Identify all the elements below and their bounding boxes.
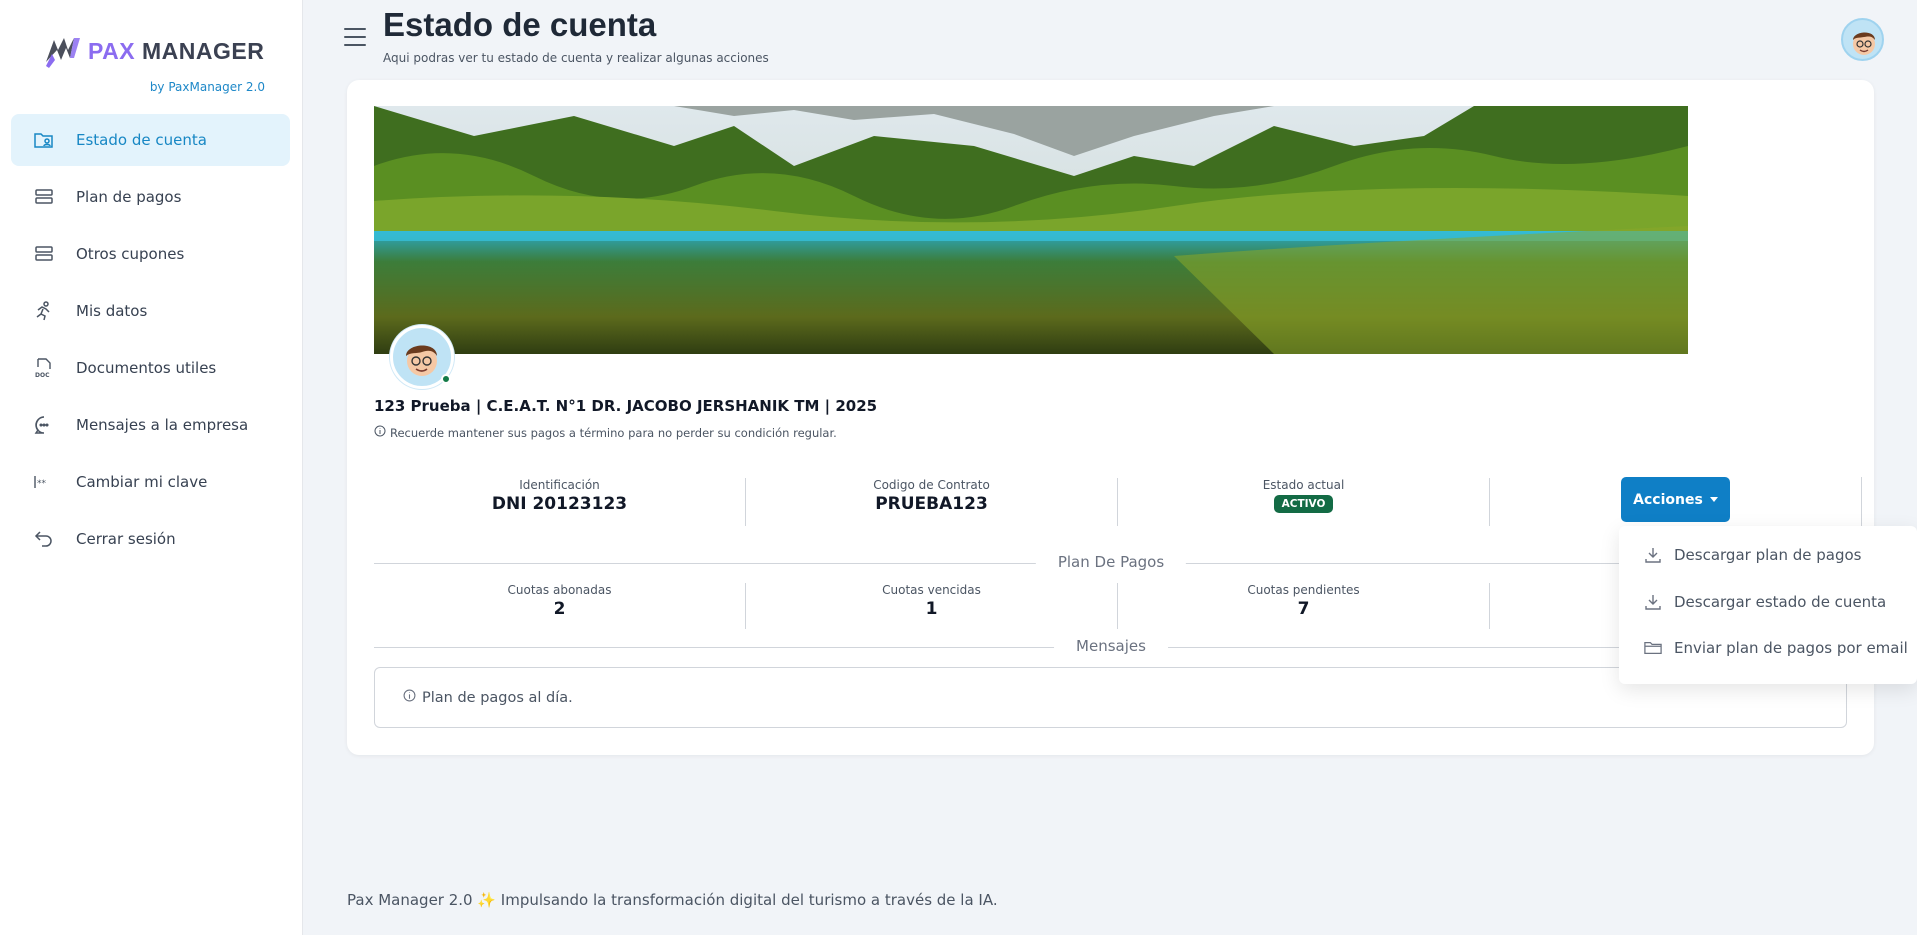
client-note: Recuerde mantener sus pagos a término pa… xyxy=(374,425,837,440)
sidebar-item-label: Cambiar mi clave xyxy=(76,473,208,491)
svg-text:**: ** xyxy=(37,479,47,489)
sidebar-item-plan-de-pagos[interactable]: Plan de pagos xyxy=(11,171,290,223)
page-title: Estado de cuenta xyxy=(383,6,657,43)
acciones-button[interactable]: Acciones xyxy=(1621,477,1730,522)
sidebar-item-label: Plan de pagos xyxy=(76,188,182,206)
menu-toggle-icon[interactable] xyxy=(344,28,366,46)
sidebar-item-cerrar-sesion[interactable]: Cerrar sesión xyxy=(11,513,290,565)
plan-section-title: Plan De Pagos xyxy=(1035,553,1187,571)
status-badge: ACTIVO xyxy=(1273,495,1334,513)
sidebar-item-mis-datos[interactable]: Mis datos xyxy=(11,285,290,337)
stat-cuotas-abonadas: Cuotas abonadas 2 xyxy=(374,583,746,629)
sidebar-item-label: Otros cupones xyxy=(76,245,185,263)
server-icon xyxy=(33,186,55,208)
sidebar: PAX MANAGER by PaxManager 2.0 Estado de … xyxy=(0,0,303,935)
sidebar-item-otros-cupones[interactable]: Otros cupones xyxy=(11,228,290,280)
logout-arrow-icon xyxy=(33,528,55,550)
sidebar-item-mensajes[interactable]: Mensajes a la empresa xyxy=(11,399,290,451)
folder-user-icon xyxy=(33,129,55,151)
online-status-dot xyxy=(441,374,451,384)
info-icon xyxy=(374,425,386,440)
client-name: 123 Prueba | C.E.A.T. N°1 DR. JACOBO JER… xyxy=(374,397,878,415)
download-icon xyxy=(1645,548,1661,563)
password-icon: ** xyxy=(33,471,55,493)
stat-identificacion: Identificación DNI 20123123 xyxy=(374,478,746,526)
stat-contrato: Codigo de Contrato PRUEBA123 xyxy=(746,478,1118,526)
sidebar-item-estado-de-cuenta[interactable]: Estado de cuenta xyxy=(11,114,290,166)
folder-icon xyxy=(1644,641,1662,655)
messages-section-title: Mensajes xyxy=(1054,637,1168,655)
menu-item-descargar-estado[interactable]: Descargar estado de cuenta xyxy=(1644,593,1886,611)
sidebar-item-label: Mis datos xyxy=(76,302,148,320)
sidebar-item-label: Cerrar sesión xyxy=(76,530,176,548)
sidebar-item-label: Estado de cuenta xyxy=(76,131,207,149)
brand-name: PAX MANAGER xyxy=(88,37,265,64)
menu-item-enviar-email[interactable]: Enviar plan de pagos por email xyxy=(1644,639,1908,657)
chat-bubble-icon xyxy=(33,414,55,436)
sidebar-item-label: Mensajes a la empresa xyxy=(76,416,249,434)
brand-mark-icon xyxy=(46,38,80,68)
sidebar-item-documentos-utiles[interactable]: DOC Documentos utiles xyxy=(11,342,290,394)
info-icon xyxy=(403,689,416,706)
account-stats-row: Identificación DNI 20123123 Codigo de Co… xyxy=(374,477,1862,526)
stat-cuotas-vencidas: Cuotas vencidas 1 xyxy=(746,583,1118,629)
brand-subtitle: by PaxManager 2.0 xyxy=(149,80,265,94)
sidebar-item-cambiar-clave[interactable]: ** Cambiar mi clave xyxy=(11,456,290,508)
running-person-icon xyxy=(33,300,55,322)
stat-acciones: Acciones xyxy=(1490,477,1862,526)
brand-logo[interactable]: PAX MANAGER xyxy=(44,32,264,70)
footer-text: Pax Manager 2.0 ✨ Impulsando la transfor… xyxy=(347,891,998,909)
sidebar-nav: Estado de cuenta Plan de pagos Otros cup… xyxy=(11,114,290,570)
server-icon xyxy=(33,243,55,265)
banner-image xyxy=(374,106,1688,354)
caret-down-icon xyxy=(1709,497,1718,502)
stat-cuotas-pendientes: Cuotas pendientes 7 xyxy=(1118,583,1490,629)
sidebar-item-label: Documentos utiles xyxy=(76,359,217,377)
download-icon xyxy=(1645,595,1661,610)
user-avatar[interactable] xyxy=(1841,18,1884,61)
page-subtitle: Aqui podras ver tu estado de cuenta y re… xyxy=(383,51,769,65)
document-icon: DOC xyxy=(33,357,55,379)
svg-text:DOC: DOC xyxy=(35,372,50,378)
stat-estado: Estado actual ACTIVO xyxy=(1118,478,1490,526)
acciones-dropdown-menu: Descargar plan de pagos Descargar estado… xyxy=(1619,526,1917,684)
menu-item-descargar-plan[interactable]: Descargar plan de pagos xyxy=(1644,546,1862,564)
